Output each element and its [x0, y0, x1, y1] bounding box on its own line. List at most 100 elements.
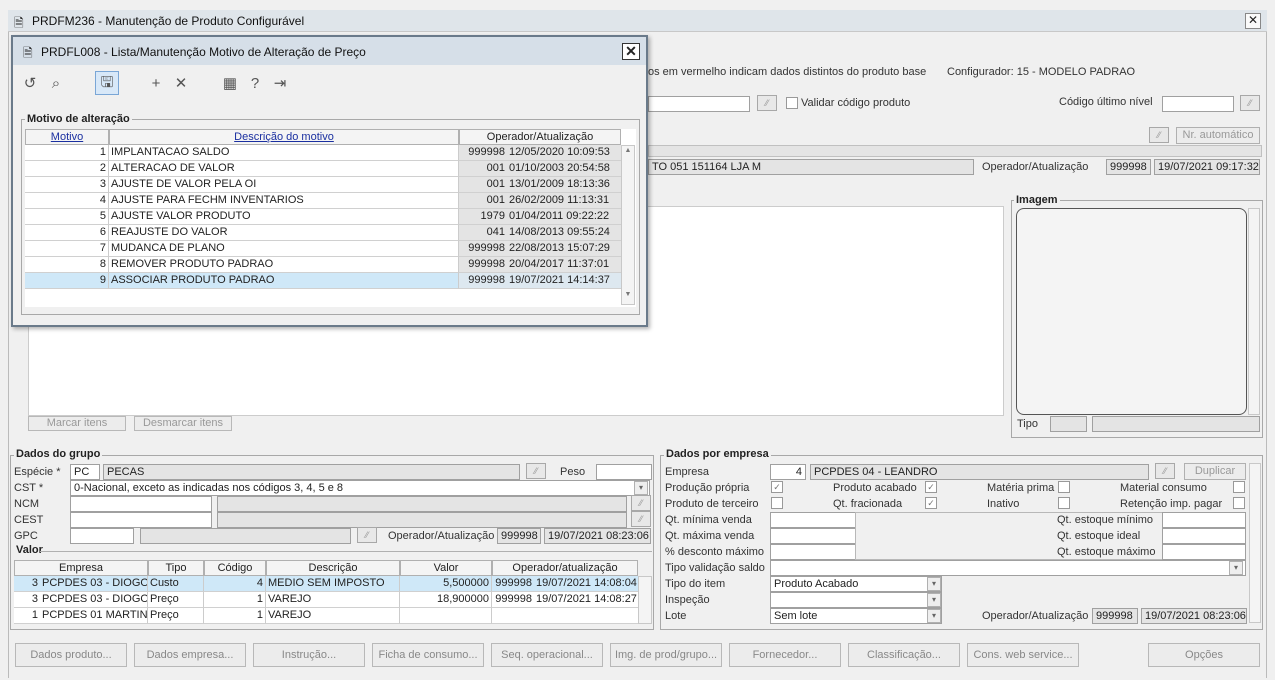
motivo-description[interactable]: REAJUSTE DO VALOR [109, 225, 459, 241]
valor-valor[interactable]: 5,500000 [400, 576, 492, 592]
gpc-input[interactable] [70, 528, 134, 544]
ncm-lookup-button[interactable]: ⁄⁄ [631, 495, 651, 511]
qt-est-ideal-input[interactable] [1162, 528, 1246, 544]
motivo-description[interactable]: ALTERACAO DE VALOR [109, 161, 459, 177]
valor-descricao[interactable]: VAREJO [266, 592, 400, 608]
valor-descricao[interactable]: VAREJO [266, 608, 400, 624]
especie-lookup-button[interactable]: ⁄⁄ [526, 463, 546, 479]
valor-scrollbar[interactable] [638, 576, 652, 624]
seq-operacional-button[interactable]: Seq. operacional... [491, 643, 603, 667]
valor-codigo[interactable]: 1 [204, 608, 266, 624]
add-icon[interactable]: + [145, 73, 167, 95]
tipo-item-dropdown-icon[interactable]: ▾ [927, 577, 941, 591]
motivo-description[interactable]: MUDANCA DE PLANO [109, 241, 459, 257]
table-row[interactable]: 7 MUDANCA DE PLANO 999998 22/08/2013 15:07:… [25, 241, 621, 257]
search-icon[interactable]: ⌕ [45, 73, 67, 95]
motivo-code[interactable]: 7 [25, 241, 109, 257]
motivo-code[interactable]: 1 [25, 145, 109, 161]
descricao-column-header[interactable]: Descrição do motivo [109, 129, 459, 145]
valor-tipo[interactable]: Custo [148, 576, 204, 592]
tipo-validacao-dropdown-icon[interactable]: ▾ [1229, 561, 1243, 575]
cest-input[interactable] [70, 512, 212, 528]
cst-dropdown-icon[interactable]: ▾ [634, 481, 648, 495]
instrucao-button[interactable]: Instrução... [253, 643, 365, 667]
dialog-close-button[interactable]: ✕ [622, 43, 640, 60]
scroll-up-icon[interactable]: ▲ [623, 147, 633, 159]
table-row[interactable]: 3 AJUSTE DE VALOR PELA OI 001 13/01/2009 18… [25, 177, 621, 193]
fornecedor-button[interactable]: Fornecedor... [729, 643, 841, 667]
especie-code[interactable]: PC [70, 464, 100, 480]
table-row[interactable]: 3 PCPDES 03 - DIOGO Preço 1 VAREJO 18,900000 9… [14, 592, 638, 608]
materia-prima-checkbox[interactable] [1058, 481, 1070, 493]
motivo-description[interactable]: IMPLANTACAO SALDO [109, 145, 459, 161]
motivo-description[interactable]: AJUSTE PARA FECHM INVENTARIOS [109, 193, 459, 209]
image-scrollbar[interactable] [1248, 208, 1260, 415]
validar-checkbox[interactable] [786, 97, 798, 109]
desmarcar-itens-button[interactable]: Desmarcar itens [134, 416, 232, 431]
tipo-validacao-select[interactable] [770, 560, 1246, 576]
motivo-code[interactable]: 5 [25, 209, 109, 225]
qt-est-max-input[interactable] [1162, 544, 1246, 560]
empresa-scrollbar[interactable] [1249, 463, 1261, 623]
codigo-ultimo-nivel-input[interactable] [1162, 96, 1234, 112]
empresa-code[interactable]: 4 [770, 464, 806, 480]
valor-empresa-code[interactable]: 3 [14, 592, 40, 608]
lote-dropdown-icon[interactable]: ▾ [927, 609, 941, 623]
qt-min-venda-input[interactable] [770, 512, 856, 528]
table-row[interactable]: 8 REMOVER PRODUTO PADRAO 999998 20/04/2017 … [25, 257, 621, 273]
produto-acabado-checkbox[interactable]: ✓ [925, 481, 937, 493]
valor-empresa-name[interactable]: PCPDES 03 - DIOGO [40, 576, 148, 592]
motivo-scrollbar[interactable]: ▲ ▼ [621, 145, 635, 305]
valor-valor[interactable] [400, 608, 492, 624]
dados-produto-button[interactable]: Dados produto... [15, 643, 127, 667]
classificacao-button[interactable]: Classificação... [848, 643, 960, 667]
motivo-description[interactable]: AJUSTE VALOR PRODUTO [109, 209, 459, 225]
table-row[interactable]: 4 AJUSTE PARA FECHM INVENTARIOS 001 26/02/2… [25, 193, 621, 209]
calendar-icon[interactable]: ▦ [219, 73, 241, 95]
scroll-down-icon[interactable]: ▼ [623, 291, 633, 303]
qt-max-venda-input[interactable] [770, 528, 856, 544]
motivo-code[interactable]: 4 [25, 193, 109, 209]
tipo-select[interactable] [1092, 416, 1260, 432]
valor-tipo[interactable]: Preço [148, 592, 204, 608]
motivo-column-header[interactable]: Motivo [25, 129, 109, 145]
empresa-lookup-button[interactable]: ⁄⁄ [1155, 463, 1175, 479]
nr-lookup-button[interactable]: ⁄⁄ [1149, 127, 1169, 143]
valor-empresa-name[interactable]: PCPDES 01 MARTINS [40, 608, 148, 624]
motivo-code[interactable]: 6 [25, 225, 109, 241]
help-icon[interactable]: ? [244, 73, 266, 95]
qt-fracionada-checkbox[interactable]: ✓ [925, 497, 937, 509]
ficha-consumo-button[interactable]: Ficha de consumo... [372, 643, 484, 667]
main-close-button[interactable]: ✕ [1245, 13, 1261, 29]
peso-input[interactable] [596, 464, 652, 480]
table-row[interactable]: 1 IMPLANTACAO SALDO 999998 12/05/2020 10:09… [25, 145, 621, 161]
opcoes-button[interactable]: Opções [1148, 643, 1260, 667]
valor-descricao[interactable]: MEDIO SEM IMPOSTO [266, 576, 400, 592]
cst-select[interactable]: 0-Nacional, exceto as indicadas nos códi… [70, 480, 650, 496]
cest-lookup-button[interactable]: ⁄⁄ [631, 511, 651, 527]
delete-icon[interactable]: ✕ [170, 73, 192, 95]
operador-column-header[interactable]: Operador/Atualização [459, 129, 621, 145]
motivo-description[interactable]: AJUSTE DE VALOR PELA OI [109, 177, 459, 193]
save-icon[interactable]: 🖫 [95, 71, 119, 95]
motivo-code[interactable]: 8 [25, 257, 109, 273]
motivo-description[interactable]: REMOVER PRODUTO PADRAO [109, 257, 459, 273]
table-row[interactable]: 3 PCPDES 03 - DIOGO Custo 4 MEDIO SEM IMPOST… [14, 576, 638, 592]
valor-codigo[interactable]: 1 [204, 592, 266, 608]
valor-codigo[interactable]: 4 [204, 576, 266, 592]
duplicar-button[interactable]: Duplicar [1184, 463, 1246, 480]
producao-propria-checkbox[interactable]: ✓ [771, 481, 783, 493]
dados-empresa-button[interactable]: Dados empresa... [134, 643, 246, 667]
marcar-itens-button[interactable]: Marcar itens [28, 416, 126, 431]
valor-valor[interactable]: 18,900000 [400, 592, 492, 608]
tipo-item-select[interactable]: Produto Acabado [770, 576, 942, 592]
motivo-description[interactable]: ASSOCIAR PRODUTO PADRAO [109, 273, 459, 289]
gpc-lookup-button[interactable]: ⁄⁄ [357, 527, 377, 543]
valor-tipo[interactable]: Preço [148, 608, 204, 624]
table-row[interactable]: 5 AJUSTE VALOR PRODUTO 1979 01/04/2011 09:2… [25, 209, 621, 225]
img-prod-grupo-button[interactable]: Img. de prod/grupo... [610, 643, 722, 667]
qt-est-min-input[interactable] [1162, 512, 1246, 528]
retencao-checkbox[interactable] [1233, 497, 1245, 509]
table-row[interactable]: 6 REAJUSTE DO VALOR 041 14/08/2013 09:55:24 [25, 225, 621, 241]
motivo-code[interactable]: 9 [25, 273, 109, 289]
